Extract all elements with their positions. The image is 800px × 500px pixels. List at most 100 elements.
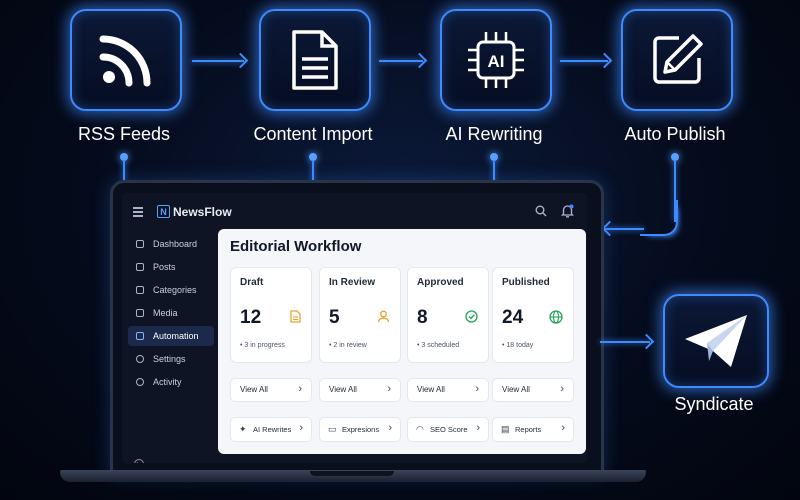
view-all-draft-button[interactable]: View All › (230, 378, 312, 402)
ai-chip-text: AI (488, 52, 505, 71)
flow-label-rss: RSS Feeds (77, 124, 171, 144)
rss-feeds-box (70, 9, 182, 111)
chevron-right-icon: › (388, 422, 392, 434)
page-title: Editorial Workflow (230, 238, 362, 255)
card-subtext-value: 3 scheduled (421, 342, 460, 349)
brand-name: NewsFlow (173, 205, 232, 219)
card-subtext-value: 2 in review (333, 342, 367, 349)
image-icon (136, 309, 144, 317)
sidebar-item-settings[interactable]: Settings (128, 349, 214, 369)
status-card-draft[interactable]: Draft 12 • 3 in progress (230, 267, 312, 363)
card-subtext: • 2 in review (329, 342, 367, 349)
flow-label-import: Content Import (253, 124, 373, 144)
expresions-button[interactable]: ▭ Expresions › (319, 417, 401, 442)
sidebar-item-dashboard[interactable]: Dashboard (128, 234, 214, 254)
tool-label: SEO Score (430, 425, 468, 434)
chevron-right-icon: › (560, 383, 564, 395)
sidebar-item-automation[interactable]: Automation (128, 326, 214, 346)
gear-icon (136, 355, 144, 363)
main-panel: Editorial Workflow Draft 12 • 3 in progr… (218, 229, 586, 454)
connector-line-2 (312, 160, 314, 182)
connector-curve (640, 200, 678, 236)
view-all-label: View All (417, 385, 445, 394)
syndicate-arrow (600, 341, 650, 343)
document-icon (292, 30, 338, 90)
edit-icon (136, 263, 144, 271)
syndicate-box (663, 294, 769, 388)
report-icon: ▤ (501, 424, 510, 434)
tool-label: Expresions (342, 425, 380, 434)
sidebar-item-media[interactable]: Media (128, 303, 214, 323)
view-all-label: View All (240, 385, 268, 394)
ai-rewriting-box: AI (440, 9, 552, 111)
view-all-label: View All (329, 385, 357, 394)
card-count: 8 (417, 307, 428, 328)
tool-label: Reports (515, 425, 542, 434)
sidebar-item-label: Posts (153, 262, 176, 272)
card-subtext: • 3 scheduled (417, 342, 460, 349)
connector-line-1 (123, 160, 125, 182)
sidebar-item-label: Settings (153, 354, 186, 364)
app-topbar: N NewsFlow (122, 193, 587, 229)
sidebar-item-categories[interactable]: Categories (128, 280, 214, 300)
reports-button[interactable]: ▤ Reports › (492, 417, 574, 442)
app-screen: N NewsFlow Dashboard Posts Categories Me… (122, 193, 587, 463)
card-count: 24 (502, 307, 524, 328)
lightning-icon (136, 332, 144, 340)
document-icon (290, 310, 301, 323)
sidebar-item-label: Dashboard (153, 239, 198, 249)
card-subtext-value: 18 today (506, 342, 534, 349)
status-card-in-review[interactable]: In Review 5 • 2 in review (319, 267, 401, 363)
flow-label-ai: AI Rewriting (445, 124, 543, 144)
globe-icon (549, 310, 563, 324)
status-card-approved[interactable]: Approved 8 • 3 scheduled (407, 267, 489, 363)
card-subtext-value: 3 in progress (244, 342, 285, 349)
view-all-approved-button[interactable]: View All › (407, 378, 489, 402)
tool-label: AI Rewrites (253, 425, 292, 434)
sidebar-item-activity[interactable]: Activity (128, 372, 214, 392)
view-all-published-button[interactable]: View All › (492, 378, 574, 402)
flow-label-syndicate: Syndicate (674, 394, 754, 414)
ai-rewrites-button[interactable]: ✦ AI Rewrites › (230, 417, 312, 442)
search-icon[interactable] (535, 205, 547, 217)
card-title: In Review (329, 277, 376, 288)
user-icon (377, 310, 390, 323)
flow-arrow-2 (379, 60, 423, 62)
collapse-sidebar-icon[interactable]: ▶ (134, 459, 144, 463)
sidebar-item-label: Media (153, 308, 178, 318)
folder-icon (136, 286, 144, 294)
content-import-box (259, 9, 371, 111)
chevron-right-icon: › (476, 422, 480, 434)
chevron-right-icon: › (561, 422, 565, 434)
hamburger-menu-icon[interactable] (133, 207, 143, 219)
home-icon (136, 240, 144, 248)
edit-publish-icon (653, 34, 703, 84)
chevron-right-icon: › (387, 383, 391, 395)
view-all-review-button[interactable]: View All › (319, 378, 401, 402)
paper-plane-icon (685, 315, 747, 367)
chevron-right-icon: › (475, 383, 479, 395)
status-card-published[interactable]: Published 24 • 18 today (492, 267, 574, 363)
sidebar-item-label: Activity (153, 377, 182, 387)
ai-chip-icon: AI (468, 32, 524, 88)
sidebar: Dashboard Posts Categories Media Automat… (122, 231, 218, 463)
card-title: Draft (240, 277, 264, 288)
bell-icon[interactable] (561, 204, 574, 218)
sidebar-item-label: Automation (153, 331, 199, 341)
sparkle-icon: ✦ (239, 424, 247, 434)
rss-icon (99, 35, 151, 87)
seo-score-button[interactable]: ◠ SEO Score › (407, 417, 489, 442)
check-circle-icon (465, 310, 478, 323)
flow-arrow-3 (560, 60, 608, 62)
chat-icon: ▭ (328, 424, 337, 434)
card-subtext: • 18 today (502, 342, 534, 349)
card-title: Published (502, 277, 550, 288)
chevron-right-icon: › (299, 422, 303, 434)
connector-arrowhead (601, 220, 618, 237)
sidebar-item-posts[interactable]: Posts (128, 257, 214, 277)
brand-logo-icon: N (157, 205, 170, 218)
connector-line-3 (493, 160, 495, 182)
auto-publish-box (621, 9, 733, 111)
activity-icon (136, 378, 144, 386)
chevron-right-icon: › (298, 383, 302, 395)
